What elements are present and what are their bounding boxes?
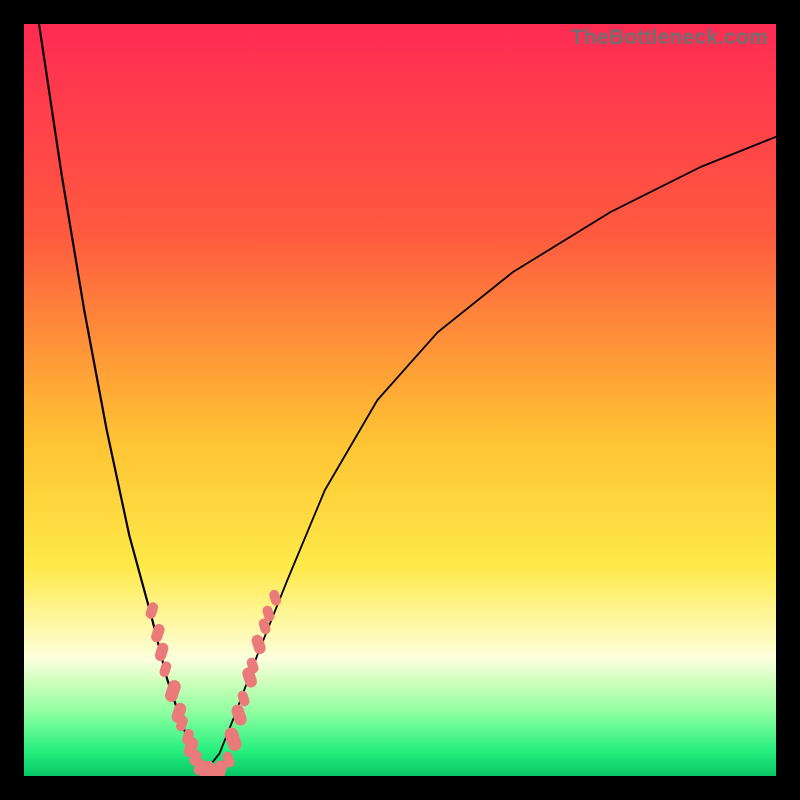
data-marker	[230, 703, 248, 727]
curve-lines	[39, 24, 776, 772]
data-marker	[163, 678, 182, 703]
data-marker	[144, 601, 159, 620]
data-marker	[223, 726, 243, 753]
plot-area: TheBottleneck.com	[24, 24, 776, 776]
data-marker	[153, 641, 169, 662]
data-marker	[150, 622, 166, 643]
curve-layer	[24, 24, 776, 776]
curve-markers	[144, 589, 282, 776]
chart-frame: TheBottleneck.com	[0, 0, 800, 800]
curve-right-branch	[204, 137, 776, 772]
data-marker	[268, 589, 282, 607]
curve-left-branch	[39, 24, 204, 772]
data-marker	[158, 660, 172, 678]
